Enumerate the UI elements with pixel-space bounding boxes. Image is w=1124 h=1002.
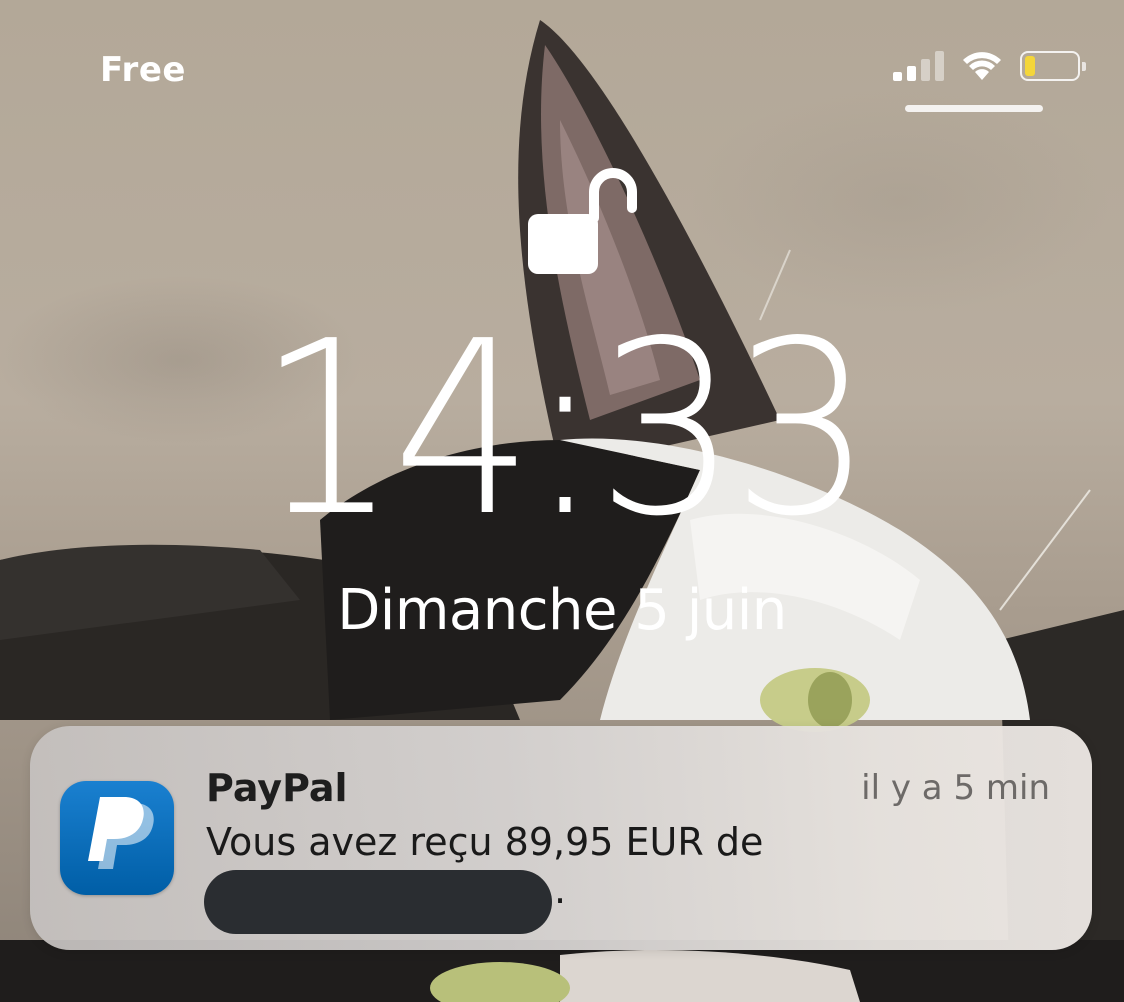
redacted-sender [204,870,552,934]
status-icons [893,50,1086,82]
paypal-icon [60,781,174,895]
notification-message-end: . [554,868,567,912]
wifi-icon [963,52,1001,80]
lock-screen: Free 14:33 Dimanche 5 juin PayPal il y a… [0,0,1124,1002]
lock-screen-date: Dimanche 5 juin [337,578,787,643]
lock-screen-time: 14:33 [257,290,873,570]
notification-message: Vous avez reçu 89,95 EUR de [206,820,764,864]
unlocked-padlock-icon [528,168,637,274]
cellular-signal-icon [893,51,944,81]
carrier-label: Free [100,50,186,90]
battery-icon [1020,51,1086,81]
control-center-indicator[interactable] [905,105,1043,112]
paypal-notification[interactable]: PayPal il y a 5 min Vous avez reçu 89,95… [30,726,1092,950]
notification-time: il y a 5 min [861,768,1050,808]
notification-app-name: PayPal [206,766,348,810]
battery-level [1025,56,1035,76]
